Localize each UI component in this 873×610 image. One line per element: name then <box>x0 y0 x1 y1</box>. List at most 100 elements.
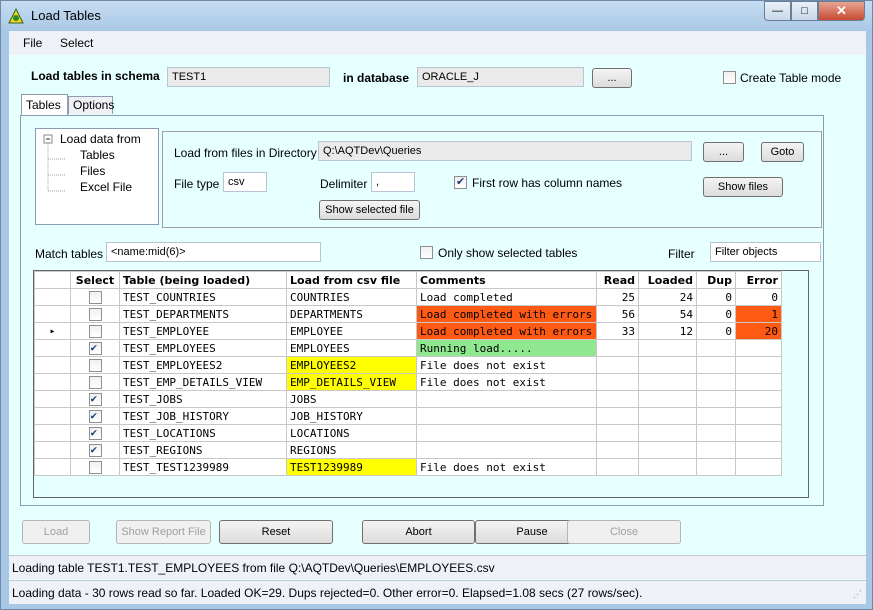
read-cell[interactable]: 56 <box>596 305 639 323</box>
table-name-cell[interactable]: TEST_EMP_DETAILS_VIEW <box>119 373 287 391</box>
minimize-button[interactable]: — <box>764 1 791 21</box>
abort-button[interactable]: Abort <box>362 520 475 544</box>
loaded-cell[interactable] <box>638 441 697 459</box>
select-checkbox[interactable] <box>88 341 102 355</box>
show-selected-file-button[interactable]: Show selected file <box>319 200 420 220</box>
csv-file-cell[interactable]: EMPLOYEES <box>286 339 417 357</box>
select-checkbox[interactable] <box>88 460 102 474</box>
table-name-cell[interactable]: TEST_REGIONS <box>119 441 287 459</box>
loaded-cell[interactable] <box>638 407 697 425</box>
row-header[interactable] <box>34 288 71 306</box>
csv-file-cell[interactable]: DEPARTMENTS <box>286 305 417 323</box>
database-field[interactable]: ORACLE_J <box>417 67 584 87</box>
dup-cell[interactable] <box>696 441 736 459</box>
select-checkbox[interactable] <box>88 375 102 389</box>
create-table-mode-checkbox[interactable] <box>723 71 736 84</box>
table-row[interactable]: ▸ TEST_EMPLOYEE EMPLOYEE Load completed wit… <box>34 322 782 340</box>
dup-cell[interactable] <box>696 356 736 374</box>
row-header[interactable] <box>34 407 71 425</box>
error-cell[interactable] <box>735 424 782 442</box>
table-name-cell[interactable]: TEST_LOCATIONS <box>119 424 287 442</box>
select-checkbox[interactable] <box>88 324 102 338</box>
select-cell[interactable] <box>70 390 120 408</box>
only-selected-checkbox[interactable] <box>420 246 433 259</box>
error-cell[interactable] <box>735 373 782 391</box>
loaded-cell[interactable] <box>638 373 697 391</box>
csv-file-cell[interactable]: LOCATIONS <box>286 424 417 442</box>
table-row[interactable]: TEST_EMPLOYEESEMPLOYEESRunning load..... <box>34 339 782 357</box>
filter-field[interactable]: Filter objects <box>710 242 821 262</box>
read-cell[interactable] <box>596 356 639 374</box>
row-header[interactable] <box>34 339 71 357</box>
comment-cell[interactable]: Load completed <box>416 288 597 306</box>
csv-file-cell[interactable]: EMPLOYEE <box>286 322 417 340</box>
comment-cell[interactable]: Load completed with errors <box>416 322 597 340</box>
csv-file-cell[interactable]: EMPLOYEES2 <box>286 356 417 374</box>
select-cell[interactable] <box>70 458 120 476</box>
tab-tables[interactable]: Tables <box>21 94 68 115</box>
col-header-table[interactable]: Table (being loaded) <box>119 271 287 289</box>
col-header-loaded[interactable]: Loaded <box>638 271 697 289</box>
delimiter-field[interactable]: , <box>371 172 415 192</box>
title-bar[interactable]: Load Tables — □ ✕ <box>1 1 872 31</box>
csv-file-cell[interactable]: COUNTRIES <box>286 288 417 306</box>
dup-cell[interactable]: 0 <box>696 288 736 306</box>
row-header[interactable] <box>34 390 71 408</box>
show-report-file-button[interactable]: Show Report File <box>116 520 211 544</box>
select-checkbox[interactable] <box>88 409 102 423</box>
select-cell[interactable] <box>70 373 120 391</box>
loaded-cell[interactable] <box>638 458 697 476</box>
error-cell[interactable] <box>735 458 782 476</box>
table-row[interactable]: TEST_EMPLOYEES2 EMPLOYEES2 File does not e… <box>34 356 782 374</box>
table-row[interactable]: TEST_JOBSJOBS <box>34 390 782 408</box>
read-cell[interactable] <box>596 441 639 459</box>
read-cell[interactable] <box>596 373 639 391</box>
select-checkbox[interactable] <box>88 358 102 372</box>
col-header-read[interactable]: Read <box>596 271 639 289</box>
comment-cell[interactable]: Running load..... <box>416 339 597 357</box>
first-row-names-checkbox[interactable] <box>454 175 467 189</box>
table-name-cell[interactable]: TEST_DEPARTMENTS <box>119 305 287 323</box>
select-checkbox[interactable] <box>88 307 102 321</box>
select-checkbox[interactable] <box>88 426 102 440</box>
tree-item-excel[interactable]: Excel File <box>80 180 132 194</box>
load-button[interactable]: Load <box>22 520 90 544</box>
row-header[interactable]: ▸ <box>34 322 71 340</box>
tree-item-files[interactable]: Files <box>80 164 105 178</box>
file-type-field[interactable]: csv <box>223 172 267 192</box>
error-cell[interactable] <box>735 407 782 425</box>
select-cell[interactable] <box>70 339 120 357</box>
read-cell[interactable] <box>596 424 639 442</box>
dup-cell[interactable]: 0 <box>696 322 736 340</box>
table-name-cell[interactable]: TEST_EMPLOYEE <box>119 322 287 340</box>
read-cell[interactable] <box>596 339 639 357</box>
select-checkbox[interactable] <box>88 443 102 457</box>
col-header-file[interactable]: Load from csv file <box>286 271 417 289</box>
dup-cell[interactable] <box>696 407 736 425</box>
select-cell[interactable] <box>70 407 120 425</box>
table-name-cell[interactable]: TEST_COUNTRIES <box>119 288 287 306</box>
csv-file-cell[interactable]: REGIONS <box>286 441 417 459</box>
read-cell[interactable] <box>596 407 639 425</box>
goto-button[interactable]: Goto <box>761 142 804 162</box>
close-button[interactable]: Close <box>567 520 681 544</box>
menu-file[interactable]: File <box>23 36 42 50</box>
table-row[interactable]: TEST_JOB_HISTORYJOB_HISTORY <box>34 407 782 425</box>
tab-options[interactable]: Options <box>68 96 114 114</box>
dup-cell[interactable] <box>696 458 736 476</box>
col-header-dup[interactable]: Dup <box>696 271 736 289</box>
loaded-cell[interactable] <box>638 390 697 408</box>
csv-file-cell[interactable]: TEST1239989 <box>286 458 417 476</box>
select-cell[interactable] <box>70 356 120 374</box>
reset-button[interactable]: Reset <box>219 520 333 544</box>
error-cell[interactable] <box>735 339 782 357</box>
match-tables-field[interactable]: <name:mid(6)> <box>106 242 321 262</box>
tree-item-tables[interactable]: Tables <box>80 148 115 162</box>
row-header[interactable] <box>34 356 71 374</box>
loaded-cell[interactable]: 12 <box>638 322 697 340</box>
read-cell[interactable]: 25 <box>596 288 639 306</box>
table-row[interactable]: TEST_DEPARTMENTS DEPARTMENTS Load complete… <box>34 305 782 323</box>
dup-cell[interactable] <box>696 339 736 357</box>
error-cell[interactable] <box>735 441 782 459</box>
table-row[interactable]: TEST_EMP_DETAILS_VIEW EMP_DETAILS_VIEW Fil… <box>34 373 782 391</box>
